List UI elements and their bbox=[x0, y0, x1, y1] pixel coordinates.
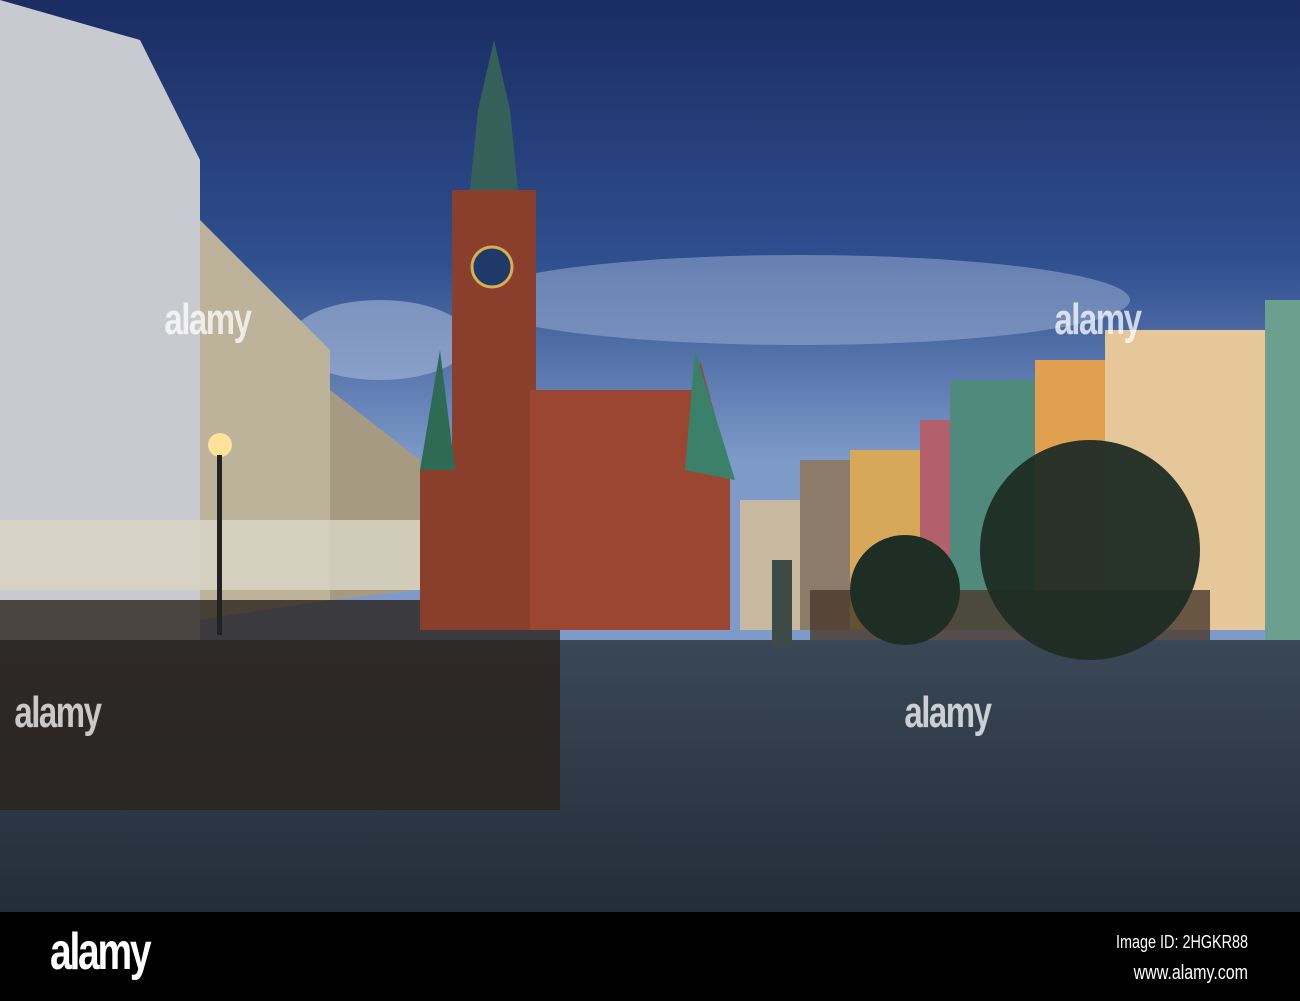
tenement bbox=[1265, 300, 1300, 640]
clock-face bbox=[470, 245, 514, 289]
street-lamp bbox=[208, 433, 232, 457]
town-hall-wing bbox=[420, 470, 455, 630]
watermark: alamy bbox=[1054, 295, 1142, 344]
website-link: www.alamy.com bbox=[1133, 962, 1248, 984]
alamy-logo: alamy bbox=[50, 923, 152, 981]
watermark: alamy bbox=[164, 295, 252, 344]
tree bbox=[980, 440, 1200, 660]
watermark: alamy bbox=[904, 688, 992, 737]
cloud bbox=[470, 255, 1130, 345]
image-id: Image ID: 2HGKR88 bbox=[1115, 932, 1248, 952]
market-square-photo bbox=[0, 0, 1300, 912]
lamp-post bbox=[217, 455, 222, 635]
footer-bar: alamy Image ID: 2HGKR88 www.alamy.com bbox=[0, 912, 1300, 1001]
statue bbox=[772, 560, 792, 645]
tree bbox=[850, 535, 960, 645]
watermark: alamy bbox=[14, 688, 102, 737]
